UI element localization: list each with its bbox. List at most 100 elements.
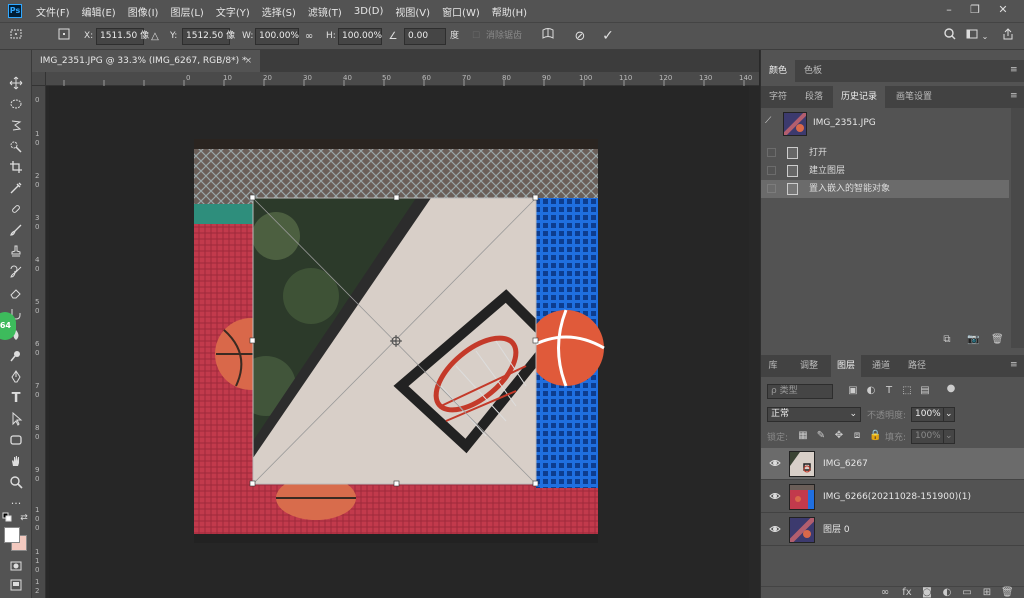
tab-brush-settings[interactable]: 画笔设置 [887,86,941,108]
menu-edit[interactable]: 编辑(E) [76,4,122,19]
lasso-tool-icon[interactable] [6,116,26,134]
filter-shape-icon[interactable]: ⬚ [901,385,913,397]
delta-icon[interactable]: △ [148,27,162,46]
swap-colors-icon[interactable]: ⇄ [18,512,30,524]
zoom-tool-icon[interactable] [6,473,26,491]
quick-mask-icon[interactable] [6,557,26,575]
history-checkbox[interactable] [767,166,776,175]
pen-tool-icon[interactable] [6,368,26,386]
layer-row[interactable]: 图层 0 [761,514,1024,546]
menu-layer[interactable]: 图层(L) [164,4,209,19]
visibility-eye-icon[interactable] [769,458,781,468]
search-icon[interactable] [940,27,960,46]
filter-toggle-icon[interactable]: ● [945,383,957,395]
y-position-field[interactable]: 1512.50 像 [182,28,235,45]
canvas-area[interactable] [46,86,759,598]
foreground-color-swatch[interactable] [4,527,20,543]
dodge-tool-icon[interactable] [6,347,26,365]
layer-thumbnail[interactable] [789,451,815,477]
history-item[interactable]: 打开 [761,144,1009,162]
menu-window[interactable]: 窗口(W) [436,4,486,19]
layer-thumbnail[interactable] [789,484,815,510]
path-selection-tool-icon[interactable] [6,410,26,428]
tab-layers[interactable]: 图层 [831,355,861,377]
width-field[interactable]: 100.00% [255,28,299,45]
angle-field[interactable]: 0.00 [404,28,446,45]
rectangle-tool-icon[interactable] [6,431,26,449]
new-document-from-state-icon[interactable]: ⧉ [941,334,953,346]
close-window-icon[interactable]: ✕ [990,0,1016,22]
layer-row[interactable]: IMG_6266(20211028-151900)(1) [761,481,1024,513]
fill-dropdown-icon[interactable]: ⌄ [943,429,955,444]
close-tab-icon[interactable]: × [244,50,252,72]
menu-help[interactable]: 帮助(H) [486,4,533,19]
horizontal-ruler[interactable]: 0 10 20 30 40 50 60 70 80 90 100 110 120… [46,72,759,86]
layer-name[interactable]: IMG_6266(20211028-151900)(1) [823,481,971,513]
layer-name[interactable]: 图层 0 [823,514,850,546]
layer-row[interactable]: IMG_6267 [761,448,1024,480]
hand-tool-icon[interactable] [6,452,26,470]
tab-paths[interactable]: 路径 [901,355,933,377]
tab-libraries[interactable]: 库 [761,355,785,377]
antialias-checkbox[interactable]: ☐ [472,28,480,45]
lock-all-icon[interactable]: 🔒 [869,430,881,442]
filter-adjustment-icon[interactable]: ◐ [865,385,877,397]
adjustment-layer-icon[interactable]: ◐ [941,587,953,598]
link-icon[interactable]: ∞ [302,27,316,46]
menu-file[interactable]: 文件(F) [30,4,76,19]
x-position-field[interactable]: 1511.50 像 [96,28,149,45]
history-item[interactable]: 建立图层 [761,162,1009,180]
move-tool-icon[interactable] [6,74,26,92]
screen-mode-icon[interactable] [6,576,26,594]
delete-state-icon[interactable]: 🗑 [991,334,1004,346]
tab-character[interactable]: 字符 [761,86,795,108]
layer-kind-filter[interactable]: ρ 类型 [767,384,833,399]
healing-brush-tool-icon[interactable] [6,200,26,218]
blend-mode-select[interactable]: 正常 ⌄ [767,407,861,422]
type-tool-icon[interactable]: T [6,389,26,407]
filter-smart-object-icon[interactable]: ▤ [919,385,931,397]
filter-type-icon[interactable]: T [883,385,895,397]
vertical-ruler[interactable]: 0 1 0 2 0 3 0 4 0 5 0 6 0 7 0 8 0 9 0 1 … [32,86,46,598]
lock-transparent-icon[interactable]: ▦ [797,430,809,442]
commit-transform-icon[interactable]: ✓ [598,27,618,46]
panel-menu-icon[interactable]: ≡ [1010,361,1019,370]
tab-paragraph[interactable]: 段落 [797,86,831,108]
cancel-transform-icon[interactable]: ⊘ [570,27,590,46]
tab-channels[interactable]: 通道 [865,355,897,377]
warp-icon[interactable] [538,27,558,46]
opacity-dropdown-icon[interactable]: ⌄ [943,407,955,422]
eyedropper-tool-icon[interactable] [6,179,26,197]
document-tab[interactable]: IMG_2351.JPG @ 33.3% (IMG_6267, RGB/8*) … [32,50,260,72]
minimize-icon[interactable]: – [936,0,962,22]
menu-type[interactable]: 文字(Y) [210,4,256,19]
eraser-tool-icon[interactable] [6,284,26,302]
notification-badge[interactable]: 64 [0,312,16,340]
history-snapshot-thumbnail[interactable] [782,111,808,137]
panel-menu-icon[interactable]: ≡ [1010,66,1019,75]
history-snapshot-name[interactable]: IMG_2351.JPG [813,118,876,128]
history-checkbox[interactable] [767,148,776,157]
history-brush-source-icon[interactable]: ⟋ [765,116,779,130]
restore-icon[interactable]: ❐ [962,0,988,22]
menu-image[interactable]: 图像(I) [122,4,165,19]
lock-artboard-icon[interactable]: ⧈ [851,430,863,442]
history-checkbox[interactable] [767,184,776,193]
history-item-selected[interactable]: 置入嵌入的智能对象 [761,180,1009,198]
menu-view[interactable]: 视图(V) [389,4,436,19]
document-image[interactable] [46,86,759,598]
new-group-icon[interactable]: ▭ [961,587,973,598]
clone-stamp-tool-icon[interactable] [6,242,26,260]
layer-name[interactable]: IMG_6267 [823,448,868,480]
tab-swatches[interactable]: 色板 [797,60,829,82]
panel-menu-icon[interactable]: ≡ [1010,92,1019,101]
ruler-origin[interactable] [32,72,46,86]
crop-tool-icon[interactable] [6,158,26,176]
new-layer-icon[interactable]: ⊞ [981,587,993,598]
history-brush-tool-icon[interactable] [6,263,26,281]
more-tools-icon[interactable]: ··· [6,494,26,512]
tab-adjustments[interactable]: 调整 [791,355,827,377]
menu-select[interactable]: 选择(S) [256,4,302,19]
quick-selection-tool-icon[interactable] [6,137,26,155]
menu-filter[interactable]: 滤镜(T) [302,4,348,19]
